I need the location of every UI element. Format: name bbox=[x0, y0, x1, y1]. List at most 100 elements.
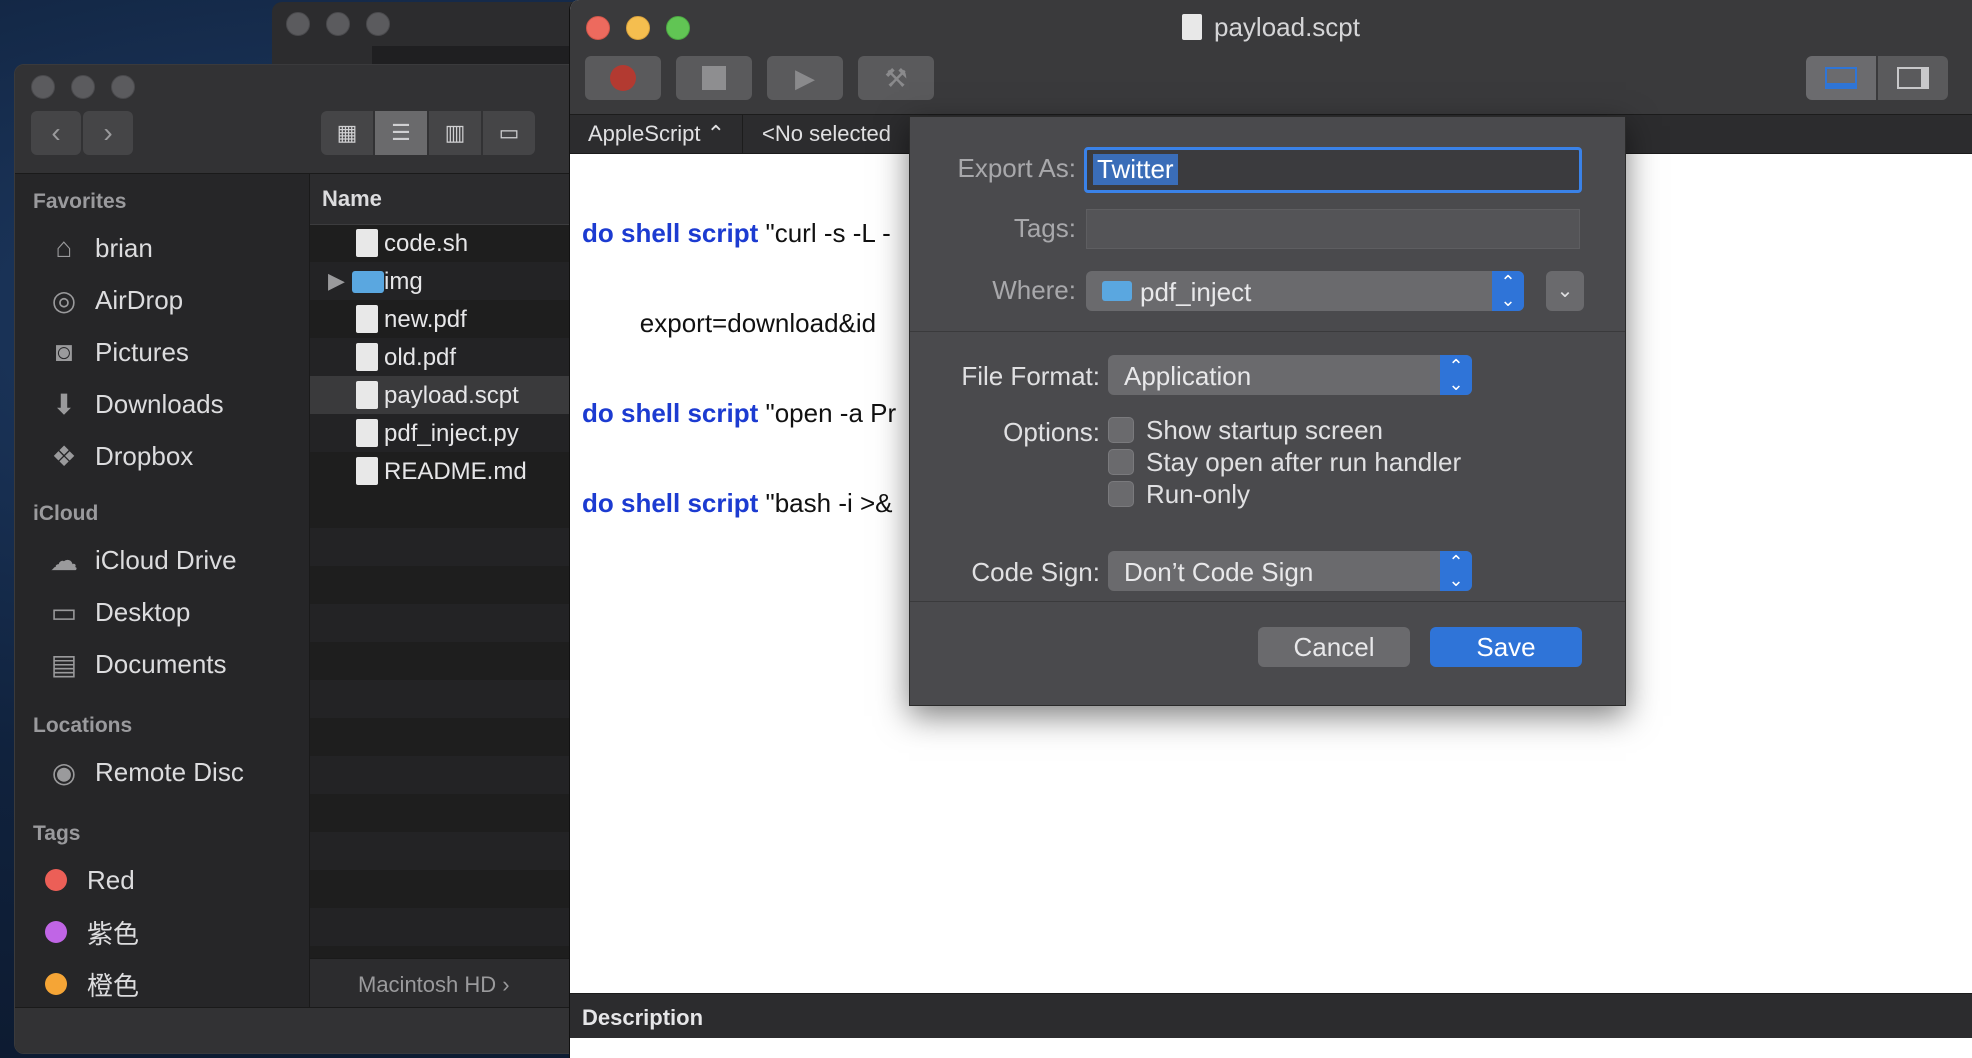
sidebar-item-remote-disc[interactable]: ◉ Remote Disc bbox=[45, 750, 244, 794]
run-only-checkbox[interactable] bbox=[1108, 481, 1134, 507]
script-code-area[interactable]: do shell script "curl -s -L - export=dow… bbox=[582, 158, 896, 578]
column-view-button[interactable]: ▥ bbox=[429, 111, 481, 155]
expand-browser-button[interactable]: ⌄ bbox=[1546, 271, 1584, 311]
zoom-button[interactable] bbox=[366, 12, 390, 36]
name-column-header[interactable]: Name bbox=[310, 174, 573, 225]
handler-popup[interactable]: <No selected bbox=[762, 121, 891, 147]
run-button[interactable]: ▶ bbox=[767, 56, 843, 100]
show-sidebar-button[interactable] bbox=[1878, 56, 1948, 100]
file-row[interactable]: ▶ img bbox=[310, 262, 573, 300]
record-icon bbox=[610, 65, 636, 91]
where-label: Where: bbox=[992, 275, 1076, 305]
sidebar-item-icloud-drive[interactable]: ☁ iCloud Drive bbox=[45, 538, 237, 582]
minimize-button[interactable] bbox=[326, 12, 350, 36]
sidebar-item-documents[interactable]: ▤ Documents bbox=[45, 642, 227, 686]
script-file-icon bbox=[356, 381, 378, 409]
close-button[interactable] bbox=[286, 12, 310, 36]
description-label: Description bbox=[582, 1005, 704, 1030]
sidebar-tag-purple[interactable]: 紫色 bbox=[35, 910, 139, 954]
icon-view-button[interactable]: ▦ bbox=[321, 111, 373, 155]
sidebar-heading-favorites: Favorites bbox=[33, 190, 127, 213]
stay-open-label: Stay open after run handler bbox=[1146, 447, 1462, 477]
file-row[interactable]: new.pdf bbox=[310, 300, 573, 338]
finder-status-bar bbox=[15, 1007, 573, 1053]
show-startup-checkbox[interactable] bbox=[1108, 417, 1134, 443]
stay-open-checkbox[interactable] bbox=[1108, 449, 1134, 475]
updown-chevron-icon: ⌃ ⌄ bbox=[1492, 271, 1524, 311]
show-startup-label: Show startup screen bbox=[1146, 415, 1384, 445]
file-name: payload.scpt bbox=[384, 382, 519, 409]
cancel-button[interactable]: Cancel bbox=[1258, 627, 1410, 667]
disc-icon: ◉ bbox=[51, 756, 77, 788]
code-line: do shell script "bash -i >& bbox=[582, 488, 896, 518]
navbar-divider bbox=[742, 115, 743, 153]
back-button[interactable]: ‹ bbox=[31, 111, 81, 155]
finder-toolbar: ‹ › ▦ ☰ ▥ ▭ bbox=[15, 65, 573, 174]
where-popup[interactable]: pdf_inject ⌃ ⌄ bbox=[1086, 271, 1524, 311]
sidebar-item-label: AirDrop bbox=[95, 284, 184, 315]
file-name: code.sh bbox=[384, 230, 469, 257]
side-panel-icon bbox=[1897, 67, 1929, 89]
file-row[interactable]: code.sh bbox=[310, 224, 573, 262]
sidebar-item-pictures[interactable]: ◙ Pictures bbox=[45, 330, 189, 374]
compile-button[interactable]: ⚒ bbox=[858, 56, 934, 100]
file-name: README.md bbox=[384, 458, 527, 485]
run-only-label: Run-only bbox=[1146, 479, 1251, 509]
stop-button[interactable] bbox=[676, 56, 752, 100]
file-row[interactable]: README.md bbox=[310, 452, 573, 490]
finder-minimize-button[interactable] bbox=[71, 75, 95, 99]
code-line: export=download&id bbox=[582, 308, 896, 338]
export-sheet: Export As: Twitter Tags: Where: pdf_inje… bbox=[909, 116, 1626, 706]
path-bar-label[interactable]: Macintosh HD › bbox=[358, 972, 510, 998]
sidebar-item-dropbox[interactable]: ❖ Dropbox bbox=[45, 434, 193, 478]
code-keyword: do shell script bbox=[582, 398, 759, 428]
code-line: do shell script "open -a Pr bbox=[582, 398, 896, 428]
file-format-popup[interactable]: Application ⌃ ⌄ bbox=[1108, 355, 1472, 395]
sidebar-item-downloads[interactable]: ⬇ Downloads bbox=[45, 382, 223, 426]
empty-row bbox=[310, 528, 573, 566]
file-name: new.pdf bbox=[384, 306, 467, 333]
file-row-selected[interactable]: payload.scpt bbox=[310, 376, 573, 414]
file-row[interactable]: old.pdf bbox=[310, 338, 573, 376]
show-log-button[interactable] bbox=[1806, 56, 1876, 100]
home-icon: ⌂ bbox=[55, 232, 73, 263]
language-popup[interactable]: AppleScript ⌃ bbox=[588, 121, 725, 147]
markdown-file-icon bbox=[356, 457, 378, 485]
disclosure-triangle-icon[interactable]: ▶ bbox=[328, 268, 345, 294]
finder-close-button[interactable] bbox=[31, 75, 55, 99]
code-text: "open -a Pr bbox=[758, 398, 897, 428]
document-icon: ▤ bbox=[50, 648, 78, 680]
code-sign-popup[interactable]: Don’t Code Sign ⌃ ⌄ bbox=[1108, 551, 1472, 591]
file-row[interactable]: pdf_inject.py bbox=[310, 414, 573, 452]
tags-field[interactable] bbox=[1086, 209, 1580, 249]
pdf-file-icon bbox=[356, 305, 378, 333]
window-title: payload.scpt bbox=[570, 12, 1972, 43]
finder-zoom-button[interactable] bbox=[111, 75, 135, 99]
sidebar-item-desktop[interactable]: ▭ Desktop bbox=[45, 590, 191, 634]
file-name: img bbox=[384, 268, 423, 295]
empty-row bbox=[310, 604, 573, 642]
record-button[interactable] bbox=[585, 56, 661, 100]
cloud-icon: ☁ bbox=[50, 544, 78, 576]
finder-sidebar: Favorites ⌂ brian ◎ AirDrop ◙ Pictures ⬇… bbox=[15, 174, 310, 1053]
description-area[interactable] bbox=[570, 1038, 1972, 1058]
list-view-button[interactable]: ☰ bbox=[375, 111, 427, 155]
code-sign-value: Don’t Code Sign bbox=[1124, 557, 1314, 587]
stop-icon bbox=[702, 66, 726, 90]
sidebar-tag-red[interactable]: Red bbox=[35, 858, 135, 902]
save-button[interactable]: Save bbox=[1430, 627, 1582, 667]
file-format-label: File Format: bbox=[961, 361, 1100, 391]
sidebar-tag-orange[interactable]: 橙色 bbox=[35, 962, 139, 1006]
background-window bbox=[272, 2, 592, 72]
code-text: "curl -s -L - bbox=[758, 218, 891, 248]
script-document-icon bbox=[1182, 14, 1202, 40]
forward-button[interactable]: › bbox=[83, 111, 133, 155]
sidebar-item-airdrop[interactable]: ◎ AirDrop bbox=[45, 278, 183, 322]
orange-tag-icon bbox=[45, 973, 67, 995]
play-icon: ▶ bbox=[795, 62, 815, 93]
desktop-icon: ▭ bbox=[50, 596, 78, 628]
gallery-view-button[interactable]: ▭ bbox=[483, 111, 535, 155]
editor-toolbar: payload.scpt ▶ ⚒ bbox=[570, 0, 1972, 115]
export-as-field[interactable]: Twitter bbox=[1084, 147, 1582, 193]
sidebar-item-brian[interactable]: ⌂ brian bbox=[45, 226, 153, 270]
